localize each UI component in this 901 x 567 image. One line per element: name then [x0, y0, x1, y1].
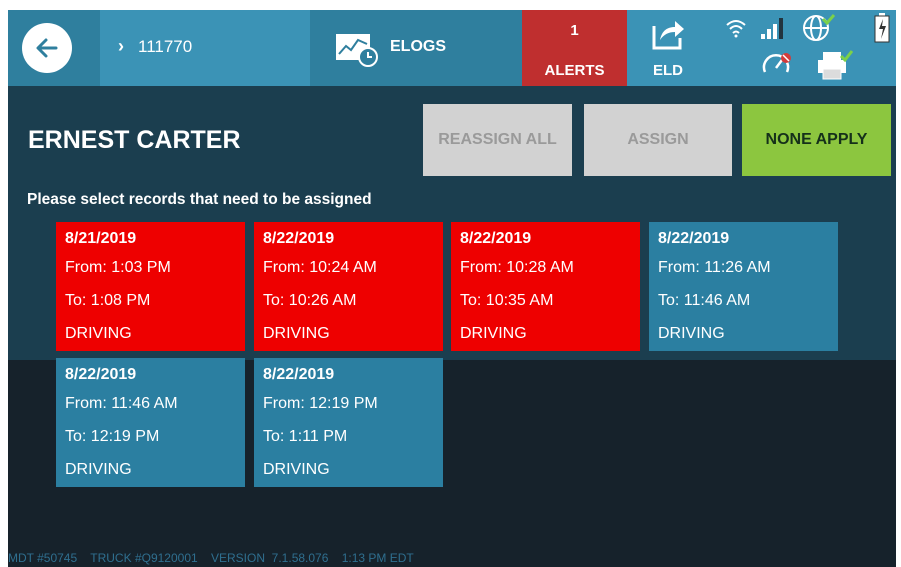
record-status: DRIVING — [658, 325, 725, 342]
app-screen: › 111770 ELOGS 1 ALERTS ELD ERNEST CARTE… — [8, 10, 896, 567]
footer-info: MDT #50745 TRUCK #Q9120001 VERSION 7.1.5… — [8, 551, 414, 565]
record-to: To: 11:46 AM — [658, 292, 751, 309]
record-card[interactable]: 8/22/2019 From: 12:19 PM To: 1:11 PM DRIVIN… — [254, 358, 443, 487]
record-date: 8/21/2019 — [65, 230, 137, 247]
record-from: From: 10:24 AM — [263, 259, 377, 276]
record-card[interactable]: 8/22/2019 From: 10:24 AM To: 10:26 AM DRIVI… — [254, 222, 443, 351]
record-status: DRIVING — [460, 325, 527, 342]
record-card[interactable]: 8/22/2019 From: 11:26 AM To: 11:46 AM DRIVI… — [649, 222, 838, 351]
record-status: DRIVING — [263, 325, 330, 342]
record-date: 8/22/2019 — [263, 366, 335, 383]
record-status: DRIVING — [65, 461, 132, 478]
record-status: DRIVING — [263, 461, 330, 478]
record-to: To: 1:11 PM — [263, 428, 348, 445]
record-status: DRIVING — [65, 325, 132, 342]
record-date: 8/22/2019 — [658, 230, 730, 247]
record-from: From: 10:28 AM — [460, 259, 574, 276]
record-card[interactable]: 8/22/2019 From: 10:28 AM To: 10:35 AM DRIVI… — [451, 222, 640, 351]
record-to: To: 12:19 PM — [65, 428, 160, 445]
record-card[interactable]: 8/22/2019 From: 11:46 AM To: 12:19 PM DRIVI… — [56, 358, 245, 487]
record-date: 8/22/2019 — [65, 366, 137, 383]
record-from: From: 11:26 AM — [658, 259, 771, 276]
record-date: 8/22/2019 — [263, 230, 335, 247]
record-to: To: 10:26 AM — [263, 292, 357, 309]
record-card[interactable]: 8/21/2019 From: 1:03 PM To: 1:08 PM DRIVING — [56, 222, 245, 351]
record-from: From: 11:46 AM — [65, 395, 178, 412]
record-from: From: 12:19 PM — [263, 395, 378, 412]
record-list: 8/21/2019 From: 1:03 PM To: 1:08 PM DRIVING… — [8, 10, 896, 567]
record-from: From: 1:03 PM — [65, 259, 171, 276]
record-date: 8/22/2019 — [460, 230, 532, 247]
record-to: To: 1:08 PM — [65, 292, 151, 309]
record-to: To: 10:35 AM — [460, 292, 554, 309]
